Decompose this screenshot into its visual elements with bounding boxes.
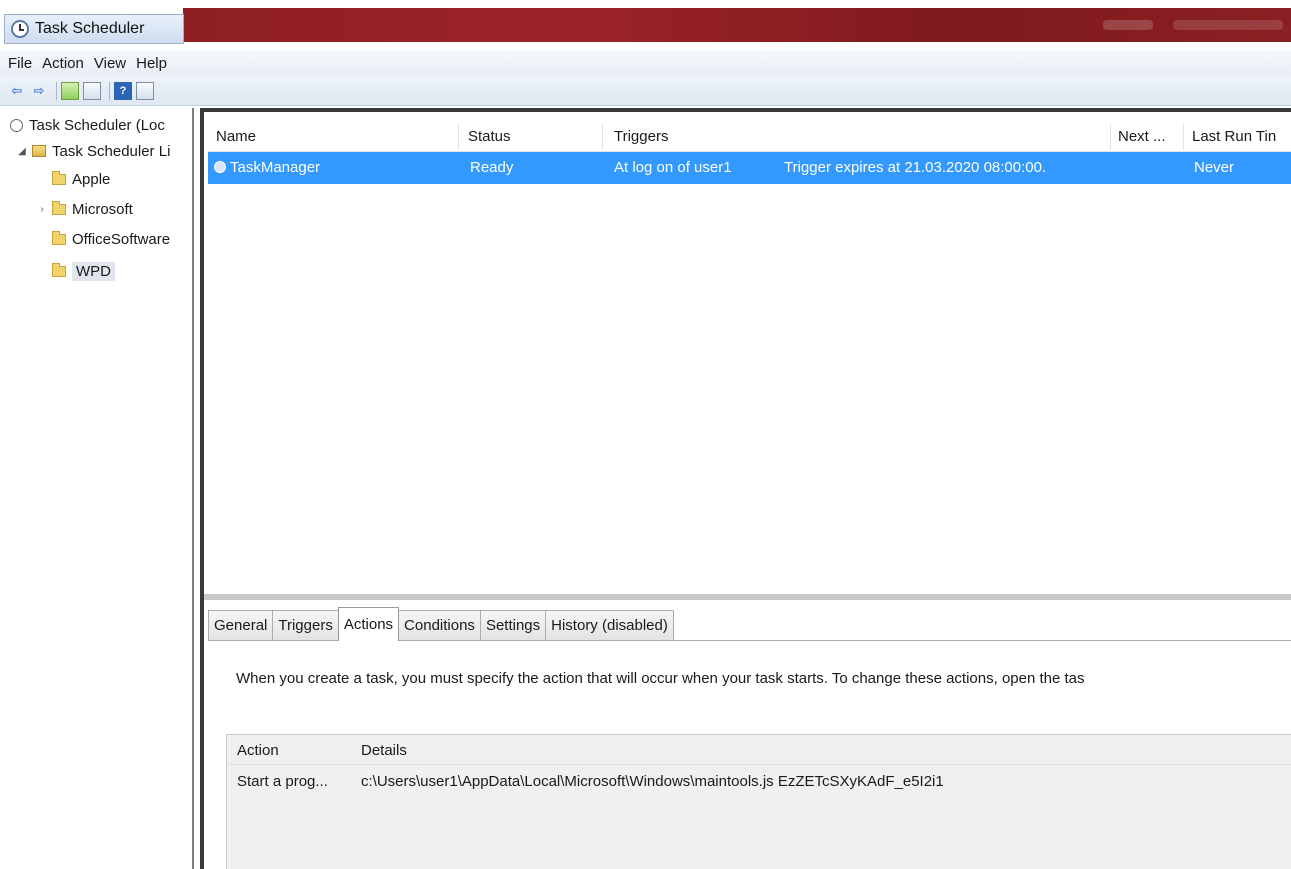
column-divider[interactable]	[1110, 124, 1111, 150]
properties-icon[interactable]	[136, 81, 154, 100]
table-row[interactable]: Start a prog... c:\Users\user1\AppData\L…	[227, 769, 1291, 795]
task-trigger-detail: Trigger expires at 21.03.2020 08:00:00.	[784, 159, 1047, 176]
clock-icon	[10, 118, 23, 132]
action-details: c:\Users\user1\AppData\Local\Microsoft\W…	[361, 773, 944, 790]
tree-library[interactable]: ◢ Task Scheduler Li	[16, 138, 170, 164]
collapsed-chevron-icon[interactable]: ›	[36, 204, 48, 215]
window-title: Task Scheduler	[35, 20, 145, 37]
task-last-run: Never	[1194, 159, 1235, 176]
pane-splitter[interactable]	[204, 594, 1291, 600]
title-bar-blur	[1173, 20, 1283, 30]
title-bar-blur	[1103, 20, 1153, 30]
show-hide-icon[interactable]	[83, 81, 101, 100]
column-header-name[interactable]: Name	[216, 128, 256, 145]
clock-icon	[11, 20, 29, 38]
expanded-triangle-icon[interactable]: ◢	[16, 146, 28, 157]
tree-folder-label: WPD	[72, 261, 115, 281]
back-arrow-icon[interactable]: ⇦	[8, 82, 26, 100]
menu-file[interactable]: File	[8, 55, 32, 72]
folder-icon	[52, 262, 66, 277]
title-bar: Task Scheduler	[0, 0, 1291, 50]
tree-library-label: Task Scheduler Li	[52, 142, 171, 160]
tab-settings[interactable]: Settings	[479, 610, 547, 640]
column-header-action[interactable]: Action	[237, 742, 279, 759]
tab-history[interactable]: History (disabled)	[545, 610, 674, 640]
library-folder-icon	[32, 145, 46, 157]
task-status: Ready	[470, 159, 514, 176]
tab-general[interactable]: General	[208, 610, 274, 640]
toolbar-separator	[109, 81, 110, 100]
folder-up-icon[interactable]	[61, 81, 79, 100]
folder-icon	[52, 170, 66, 185]
menu-bar: File Action View Help	[0, 50, 1291, 76]
actions-table-header: Action Details	[227, 735, 1291, 765]
tree-folder-label: Microsoft	[72, 200, 133, 218]
toolbar: ⇦ ⇨ ?	[0, 76, 1291, 106]
tree-root[interactable]: Task Scheduler (Loc	[10, 112, 165, 138]
task-list-header: Name Status Triggers Next ... Last Run T…	[208, 122, 1291, 152]
navigation-tree: Task Scheduler (Loc ◢ Task Scheduler Li …	[0, 108, 194, 869]
toolbar-separator	[56, 81, 57, 100]
help-icon[interactable]: ?	[114, 81, 132, 100]
task-name: TaskManager	[230, 159, 321, 176]
actions-description: When you create a task, you must specify…	[236, 670, 1085, 687]
task-icon	[214, 161, 226, 173]
tree-folder-apple[interactable]: Apple	[36, 166, 110, 192]
forward-arrow-icon[interactable]: ⇨	[30, 82, 48, 100]
action-type: Start a prog...	[237, 773, 328, 790]
window-title-box[interactable]: Task Scheduler	[4, 14, 184, 44]
tree-folder-wpd[interactable]: WPD	[36, 258, 115, 284]
column-header-last-run[interactable]: Last Run Tin	[1192, 128, 1276, 145]
column-divider[interactable]	[458, 124, 459, 150]
menu-view[interactable]: View	[94, 55, 126, 72]
column-divider[interactable]	[602, 124, 603, 150]
menu-action[interactable]: Action	[42, 55, 84, 72]
tab-actions[interactable]: Actions	[337, 607, 400, 641]
tree-folder-label: Apple	[72, 170, 111, 188]
tree-folder-microsoft[interactable]: › Microsoft	[36, 196, 133, 222]
tree-folder-label: OfficeSoftware	[72, 230, 171, 248]
actions-table: Action Details Start a prog... c:\Users\…	[226, 734, 1291, 869]
column-divider[interactable]	[1183, 124, 1184, 150]
detail-tabs: General Triggers Actions Conditions Sett…	[208, 607, 674, 641]
task-pane: Name Status Triggers Next ... Last Run T…	[200, 108, 1291, 869]
tab-triggers[interactable]: Triggers	[272, 610, 339, 640]
title-bar-background	[183, 8, 1291, 42]
folder-icon	[52, 230, 66, 245]
folder-icon	[52, 200, 66, 215]
column-header-details[interactable]: Details	[361, 742, 407, 759]
tab-conditions[interactable]: Conditions	[398, 610, 481, 640]
column-header-status[interactable]: Status	[468, 128, 511, 145]
tree-folder-officesoftware[interactable]: OfficeSoftware	[36, 226, 170, 252]
task-trigger: At log on of user1	[614, 159, 732, 176]
tree-root-label: Task Scheduler (Loc	[29, 116, 165, 134]
table-row[interactable]: TaskManager Ready At log on of user1 Tri…	[208, 152, 1291, 184]
column-header-next-run[interactable]: Next ...	[1118, 128, 1166, 145]
menu-help[interactable]: Help	[136, 55, 167, 72]
column-header-triggers[interactable]: Triggers	[614, 128, 668, 145]
